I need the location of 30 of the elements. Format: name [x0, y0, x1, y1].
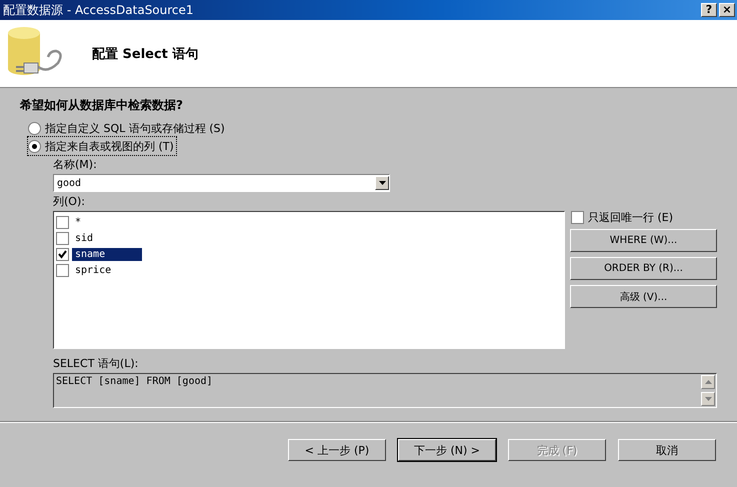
- radio-option[interactable]: 指定来自表或视图的列 (T): [28, 137, 176, 155]
- name-dropdown[interactable]: good: [53, 174, 390, 192]
- wizard-button[interactable]: 下一步 (N) >: [398, 439, 496, 461]
- checkbox[interactable]: [56, 264, 69, 276]
- option-button[interactable]: 高级 (V)...: [570, 285, 717, 308]
- sql-label: SELECT 语句(L):: [53, 356, 140, 371]
- sql-textbox[interactable]: SELECT [sname] FROM [good]: [53, 373, 717, 408]
- columns-label: 列(O):: [53, 194, 86, 209]
- dropdown-arrow-icon[interactable]: [378, 181, 386, 185]
- column-item[interactable]: *: [72, 216, 142, 228]
- window-title: 配置数据源 - AccessDataSource1: [3, 2, 195, 18]
- column-item[interactable]: sid: [72, 232, 142, 244]
- option-button[interactable]: WHERE (W)...: [570, 229, 717, 252]
- checkbox[interactable]: [56, 216, 69, 228]
- checkbox[interactable]: [56, 232, 69, 244]
- option-button[interactable]: ORDER BY (R)...: [570, 257, 717, 280]
- question-text: 希望如何从数据库中检索数据?: [20, 97, 184, 114]
- help-button[interactable]: ?: [701, 3, 717, 17]
- wizard-button[interactable]: < 上一步 (P): [288, 439, 386, 461]
- radio-option[interactable]: 指定自定义 SQL 语句或存储过程 (S): [28, 119, 227, 137]
- scroll-up-icon[interactable]: [704, 380, 712, 384]
- scroll-down-icon[interactable]: [704, 397, 712, 401]
- column-item[interactable]: sprice: [72, 264, 142, 276]
- checkbox[interactable]: [56, 248, 69, 260]
- unique-rows-checkbox[interactable]: 只返回唯一行 (E): [570, 210, 717, 224]
- close-button[interactable]: ×: [719, 3, 735, 17]
- wizard-button[interactable]: 取消: [618, 439, 716, 461]
- page-title: 配置 Select 语句: [92, 46, 198, 62]
- column-item[interactable]: sname: [72, 248, 142, 260]
- name-label: 名称(M):: [53, 157, 98, 172]
